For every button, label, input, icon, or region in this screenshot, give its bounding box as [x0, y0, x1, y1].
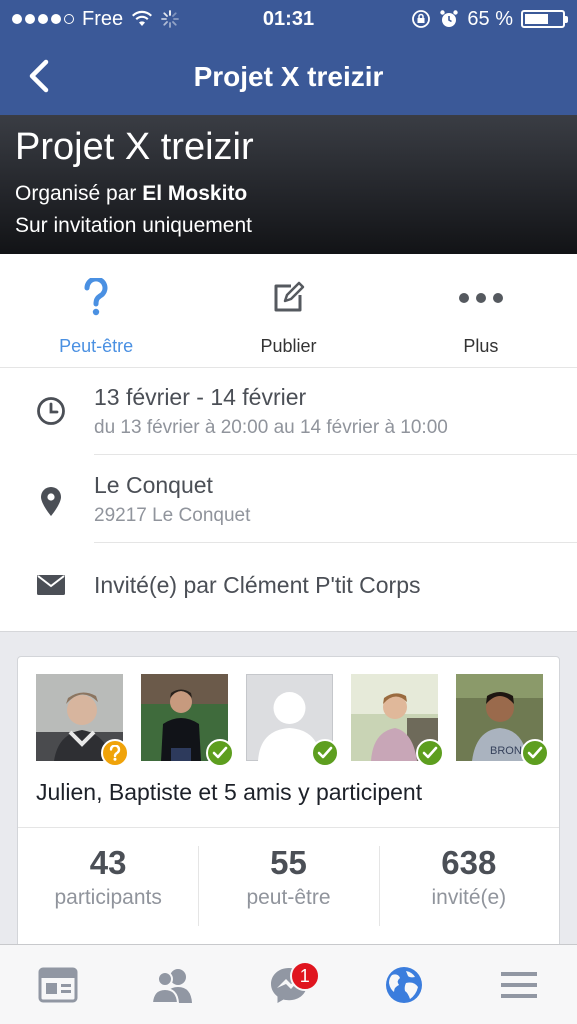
compose-icon: [274, 281, 305, 312]
organizer-prefix: Organisé par: [15, 182, 137, 205]
top-bar: Free 01:31 65 % Projet X treizir: [0, 0, 577, 115]
nav-title: Projet X treizir: [193, 60, 384, 92]
participants-label: participants: [54, 886, 162, 909]
signal-strength-icon: [12, 14, 74, 24]
location-pin-icon: [41, 487, 61, 516]
menu-icon: [501, 971, 538, 998]
globe-icon: [385, 966, 422, 1003]
tab-bar: 1: [0, 944, 577, 1024]
event-actions: Peut-être Publier Plus: [0, 254, 577, 368]
status-bar: Free 01:31 65 %: [0, 0, 577, 38]
going-status-badge: [416, 739, 444, 767]
clock-icon: [37, 397, 65, 425]
back-chevron-icon[interactable]: [22, 56, 56, 96]
check-icon: [212, 746, 228, 759]
carrier-label: Free: [82, 7, 124, 30]
nav-bar: Projet X treizir: [0, 38, 577, 115]
battery-fill: [525, 14, 549, 24]
event-privacy: Sur invitation uniquement: [15, 214, 252, 237]
news-feed-icon: [38, 967, 78, 1002]
event-organizer: Organisé par El Moskito: [15, 179, 562, 209]
friend-avatar[interactable]: [351, 674, 444, 767]
envelope-icon: [37, 575, 65, 595]
friend-avatar[interactable]: [141, 674, 234, 767]
divider: [94, 542, 577, 543]
location-sub: 29217 Le Conquet: [94, 505, 251, 526]
tab-friends[interactable]: [115, 945, 230, 1024]
invited-count: 638: [441, 844, 497, 881]
going-status-badge: [521, 739, 549, 767]
loading-spinner-icon: [161, 10, 180, 28]
organizer-name[interactable]: El Moskito: [142, 182, 247, 205]
messenger-unread-badge: 1: [289, 961, 320, 991]
maybe-stat-label: peut-être: [246, 886, 331, 909]
event-title: Projet X treizir: [15, 126, 254, 168]
question-mark-icon: [84, 278, 108, 316]
friends-attending-card: BRON Julien, Baptiste et 5 amis y partic…: [17, 656, 560, 956]
battery-percent: 65 %: [467, 7, 513, 30]
publish-label: Publier: [260, 336, 317, 356]
maybe-status-badge: [101, 739, 129, 767]
date-sub: du 13 février à 20:00 au 14 février à 10…: [94, 417, 448, 438]
rotation-lock-icon: [412, 10, 431, 28]
more-dots-icon: [458, 293, 503, 303]
invited-label: invité(e): [431, 886, 507, 909]
wifi-icon: [132, 10, 153, 26]
going-status-badge: [206, 739, 234, 767]
maybe-label: Peut-être: [59, 336, 134, 356]
check-icon: [422, 746, 438, 759]
friend-avatar[interactable]: BRON: [456, 674, 549, 767]
more-button[interactable]: Plus: [385, 254, 577, 367]
invited-by-row[interactable]: Invité(e) par Clément P'tit Corps: [0, 572, 577, 612]
date-main: 13 février - 14 février: [94, 384, 307, 410]
event-cover: Projet X treizir Organisé par El Moskito…: [0, 115, 577, 254]
location-row[interactable]: Le Conquet 29217 Le Conquet: [0, 472, 577, 544]
tab-news-feed[interactable]: [0, 945, 115, 1024]
location-main: Le Conquet: [94, 472, 213, 498]
date-row[interactable]: 13 février - 14 février du 13 février à …: [0, 384, 577, 456]
invited-stat[interactable]: 638 invité(e): [378, 828, 559, 956]
friend-avatar[interactable]: [246, 674, 339, 767]
battery-icon: [521, 10, 568, 28]
publish-button[interactable]: Publier: [192, 254, 384, 367]
maybe-stat[interactable]: 55 peut-être: [198, 828, 378, 956]
participants-stat[interactable]: 43 participants: [18, 828, 198, 956]
invited-by: Invité(e) par Clément P'tit Corps: [94, 572, 421, 598]
participants-count: 43: [89, 844, 127, 881]
maybe-count: 55: [270, 844, 307, 881]
going-status-badge: [311, 739, 339, 767]
friends-summary[interactable]: Julien, Baptiste et 5 amis y participent: [36, 779, 422, 806]
friend-avatar[interactable]: [36, 674, 129, 767]
more-label: Plus: [463, 336, 499, 356]
tab-notifications[interactable]: [346, 945, 461, 1024]
check-icon: [527, 746, 543, 759]
divider: [94, 454, 577, 455]
tab-more[interactable]: [462, 945, 577, 1024]
tab-messenger[interactable]: 1: [231, 945, 346, 1024]
maybe-button[interactable]: Peut-être: [0, 254, 192, 367]
friends-icon: [151, 968, 193, 1003]
svg-text:BRON: BRON: [490, 745, 522, 757]
guest-stats: 43 participants 55 peut-être 638 invité(…: [18, 828, 559, 956]
question-mark-icon: [109, 745, 121, 761]
friend-avatars: BRON: [36, 674, 549, 767]
alarm-icon: [440, 10, 459, 27]
check-icon: [317, 746, 333, 759]
event-details: 13 février - 14 février du 13 février à …: [0, 368, 577, 632]
